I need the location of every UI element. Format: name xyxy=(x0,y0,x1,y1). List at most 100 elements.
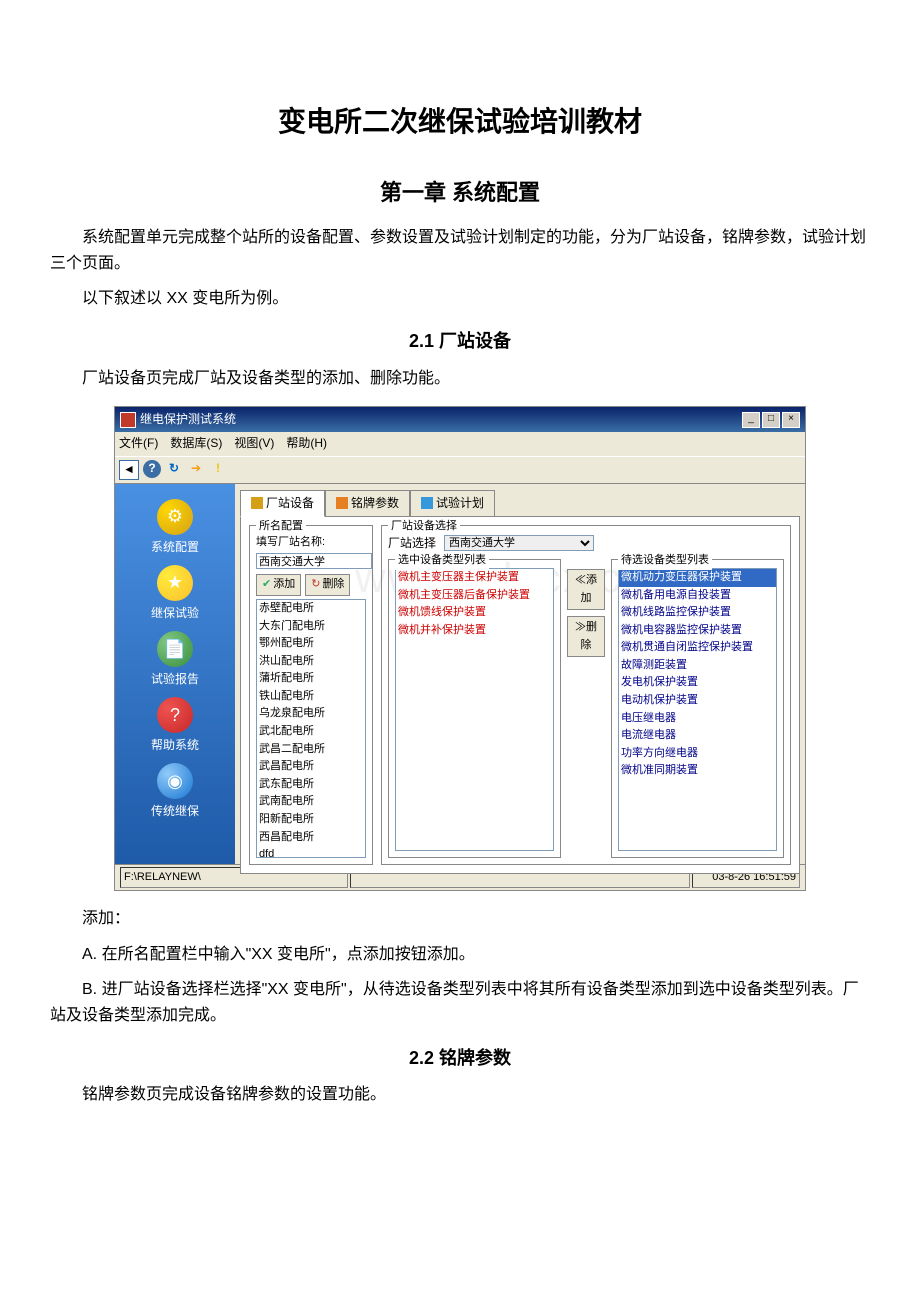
add-step-a: A. 在所名配置栏中输入"XX 变电所"，点添加按钮添加。 xyxy=(50,942,870,968)
toolbar-refresh-icon[interactable]: ↻ xyxy=(165,460,183,478)
list-item[interactable]: 西昌配电所 xyxy=(257,829,365,847)
minimize-button[interactable]: _ xyxy=(742,412,760,428)
candidate-devices-listbox[interactable]: 微机动力变压器保护装置微机备用电源自投装置微机线路监控保护装置微机电容器监控保护… xyxy=(618,568,777,851)
station-listbox[interactable]: 赤壁配电所大东门配电所鄂州配电所洪山配电所蒲圻配电所铁山配电所乌龙泉配电所武北配… xyxy=(256,599,366,858)
device-select-panel: 厂站设备选择 厂站选择 西南交通大学 选中设备类型列表 微机主变压器主保护装置微… xyxy=(381,525,791,865)
station-select[interactable]: 西南交通大学 xyxy=(444,535,594,551)
sidebar-item-config[interactable]: ⚙系统配置 xyxy=(151,499,199,557)
tab-nameplate[interactable]: 铭牌参数 xyxy=(325,490,410,517)
list-item[interactable]: 铁山配电所 xyxy=(257,688,365,706)
folder-icon xyxy=(251,497,263,509)
list-item[interactable]: 洪山配电所 xyxy=(257,653,365,671)
section-1-desc: 厂站设备页完成厂站及设备类型的添加、删除功能。 xyxy=(50,366,870,392)
tab-label: 铭牌参数 xyxy=(351,494,399,513)
plan-icon xyxy=(421,497,433,509)
intro-1: 系统配置单元完成整个站所的设备配置、参数设置及试验计划制定的功能，分为厂站设备，… xyxy=(50,225,870,276)
delete-station-button[interactable]: ↻删除 xyxy=(305,574,350,596)
move-remove-button[interactable]: ≫删除 xyxy=(567,616,605,657)
list-item[interactable]: 大东门配电所 xyxy=(257,618,365,636)
panel-title: 所名配置 xyxy=(256,518,306,536)
menu-view[interactable]: 视图(V) xyxy=(234,434,274,453)
list-item[interactable]: 微机线路监控保护装置 xyxy=(619,604,776,622)
section-1-title: 2.1 厂站设备 xyxy=(50,327,870,356)
list-item[interactable]: 微机贯通自闭监控保护装置 xyxy=(619,639,776,657)
app-window: 继电保护测试系统 _ □ × 文件(F) 数据库(S) 视图(V) 帮助(H) … xyxy=(114,406,806,891)
sidebar-item-traditional[interactable]: ◉传统继保 xyxy=(151,763,199,821)
toolbar-right-icon[interactable]: ➔ xyxy=(187,460,205,478)
menu-help[interactable]: 帮助(H) xyxy=(286,434,327,453)
panel-title: 选中设备类型列表 xyxy=(395,552,489,570)
list-item[interactable]: 微机电容器监控保护装置 xyxy=(619,622,776,640)
title-bar: 继电保护测试系统 _ □ × xyxy=(115,407,805,432)
btn-label: 添加 xyxy=(581,574,598,604)
maximize-button[interactable]: □ xyxy=(762,412,780,428)
menu-file[interactable]: 文件(F) xyxy=(119,434,158,453)
list-item[interactable]: 功率方向继电器 xyxy=(619,745,776,763)
section-2-title: 2.2 铭牌参数 xyxy=(50,1044,870,1073)
tab-plan[interactable]: 试验计划 xyxy=(410,490,495,517)
sidebar: ⚙系统配置 ★继保试验 📄试验报告 ? 帮助系统 ◉传统继保 xyxy=(115,484,235,864)
list-item[interactable]: 发电机保护装置 xyxy=(619,674,776,692)
add-label: 添加： xyxy=(50,906,870,932)
toolbar-left-icon[interactable]: ◄ xyxy=(119,460,139,480)
sidebar-item-help[interactable]: ? 帮助系统 xyxy=(151,697,199,755)
sidebar-label: 帮助系统 xyxy=(151,736,199,755)
tab-label: 试验计划 xyxy=(436,494,484,513)
list-item[interactable]: 电压继电器 xyxy=(619,710,776,728)
list-item[interactable]: 微机主变压器主保护装置 xyxy=(396,569,553,587)
list-item[interactable]: 武北配电所 xyxy=(257,723,365,741)
tag-icon xyxy=(336,497,348,509)
station-name-label: 填写厂站名称: xyxy=(256,534,366,552)
app-icon xyxy=(120,412,136,428)
gear-icon: ⚙ xyxy=(157,499,193,535)
sidebar-item-test[interactable]: ★继保试验 xyxy=(151,565,199,623)
list-item[interactable]: 武南配电所 xyxy=(257,793,365,811)
list-item[interactable]: 微机备用电源自投装置 xyxy=(619,587,776,605)
list-item[interactable]: 电流继电器 xyxy=(619,727,776,745)
star-icon: ★ xyxy=(157,565,193,601)
list-item[interactable]: 蒲圻配电所 xyxy=(257,670,365,688)
station-name-input[interactable] xyxy=(256,553,372,569)
add-station-button[interactable]: ✔添加 xyxy=(256,574,301,596)
selected-devices-listbox[interactable]: 微机主变压器主保护装置微机主变压器后备保护装置微机馈线保护装置微机并补保护装置 xyxy=(395,568,554,851)
tool-bar: ◄ ? ↻ ➔ ! xyxy=(115,456,805,484)
list-item[interactable]: 微机馈线保护装置 xyxy=(396,604,553,622)
list-item[interactable]: 武昌配电所 xyxy=(257,758,365,776)
chapter-title: 第一章 系统配置 xyxy=(50,175,870,210)
panel-title: 待选设备类型列表 xyxy=(618,552,712,570)
list-item[interactable]: 赤壁配电所 xyxy=(257,600,365,618)
list-item[interactable]: 电动机保护装置 xyxy=(619,692,776,710)
menu-db[interactable]: 数据库(S) xyxy=(170,434,222,453)
menu-bar: 文件(F) 数据库(S) 视图(V) 帮助(H) xyxy=(115,432,805,455)
list-item[interactable]: 鄂州配电所 xyxy=(257,635,365,653)
station-name-panel: 所名配置 填写厂站名称: ✔添加 ↻删除 赤壁配电所大东门配电所鄂州配电所洪山配… xyxy=(249,525,373,865)
list-item[interactable]: 阳新配电所 xyxy=(257,811,365,829)
add-step-b: B. 进厂站设备选择栏选择"XX 变电所"，从待选设备类型列表中将其所有设备类型… xyxy=(50,977,870,1028)
list-item[interactable]: 微机准同期装置 xyxy=(619,762,776,780)
sidebar-item-report[interactable]: 📄试验报告 xyxy=(151,631,199,689)
list-item[interactable]: 乌龙泉配电所 xyxy=(257,705,365,723)
move-add-button[interactable]: ≪添加 xyxy=(567,569,605,610)
btn-label: 添加 xyxy=(273,576,295,594)
window-controls: _ □ × xyxy=(742,412,800,428)
list-item[interactable]: 微机并补保护装置 xyxy=(396,622,553,640)
toolbar-help-icon[interactable]: ? xyxy=(143,460,161,478)
close-button[interactable]: × xyxy=(782,412,800,428)
btn-label: 删除 xyxy=(581,621,598,651)
section-2-desc: 铭牌参数页完成设备铭牌参数的设置功能。 xyxy=(50,1082,870,1108)
list-item[interactable]: dfd xyxy=(257,846,365,858)
list-item[interactable]: 微机主变压器后备保护装置 xyxy=(396,587,553,605)
help-icon: ? xyxy=(157,697,193,733)
list-item[interactable]: 武昌二配电所 xyxy=(257,741,365,759)
tabs: 厂站设备 铭牌参数 试验计划 xyxy=(240,489,800,516)
list-item[interactable]: 武东配电所 xyxy=(257,776,365,794)
window-title: 继电保护测试系统 xyxy=(140,410,236,429)
list-item[interactable]: 微机动力变压器保护装置 xyxy=(619,569,776,587)
panel-title: 厂站设备选择 xyxy=(388,518,460,536)
tab-station-devices[interactable]: 厂站设备 xyxy=(240,490,325,517)
delete-icon: ↻ xyxy=(311,576,320,594)
tab-label: 厂站设备 xyxy=(266,494,314,513)
candidate-devices-panel: 待选设备类型列表 微机动力变压器保护装置微机备用电源自投装置微机线路监控保护装置… xyxy=(611,559,784,858)
toolbar-info-icon[interactable]: ! xyxy=(209,460,227,478)
list-item[interactable]: 故障测距装置 xyxy=(619,657,776,675)
